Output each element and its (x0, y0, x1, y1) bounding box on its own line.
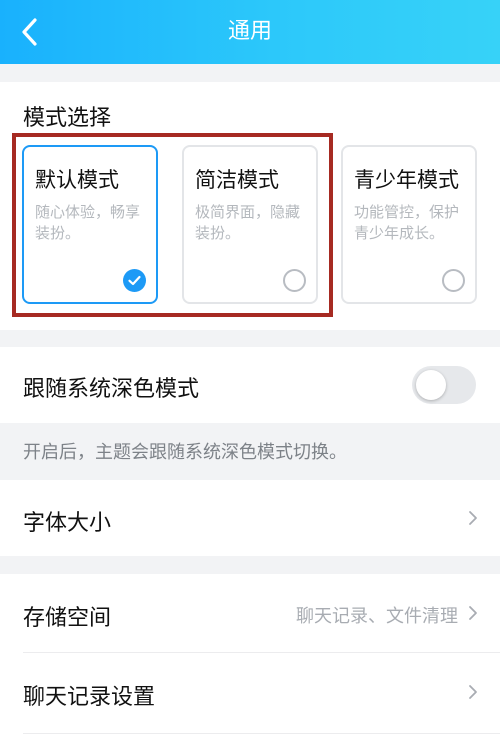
dark-mode-label: 跟随系统深色模式 (23, 377, 200, 402)
mode-card-simple[interactable]: 简洁模式 极简界面，隐藏装扮。 (182, 145, 318, 304)
chat-history-label: 聊天记录设置 (23, 685, 156, 710)
radio-unchecked[interactable] (442, 269, 465, 292)
radio-unchecked[interactable] (283, 269, 306, 292)
dark-mode-hint: 开启后，主题会跟随系统深色模式切换。 (23, 442, 347, 463)
dark-mode-toggle[interactable] (412, 366, 476, 404)
mode-card-desc: 随心体验，畅享装扮。 (35, 203, 141, 242)
mode-card-default[interactable]: 默认模式 随心体验，畅享装扮。 (22, 145, 158, 304)
toggle-knob (416, 370, 446, 400)
mode-card-desc: 极简界面，隐藏装扮。 (195, 203, 301, 242)
radio-checked[interactable] (123, 269, 146, 292)
checkmark-icon (128, 275, 141, 286)
chevron-right-icon (469, 606, 477, 620)
font-size-label: 字体大小 (23, 511, 112, 536)
font-size-row[interactable]: 字体大小 (0, 480, 500, 556)
mode-card-desc: 功能管控，保护青少年成长。 (354, 203, 460, 242)
divider (23, 733, 500, 734)
chat-history-row[interactable]: 聊天记录设置 (0, 653, 500, 731)
header-bar: 通用 (0, 0, 500, 64)
mode-section-label: 模式选择 (23, 106, 112, 131)
storage-label: 存储空间 (23, 606, 112, 631)
chevron-right-icon (469, 685, 477, 699)
mode-card-title: 简洁模式 (195, 168, 279, 192)
mode-card-teen[interactable]: 青少年模式 功能管控，保护青少年成长。 (341, 145, 477, 304)
page-title: 通用 (227, 19, 272, 44)
mode-card-title: 默认模式 (35, 168, 119, 192)
storage-row[interactable]: 存储空间 聊天记录、文件清理 (0, 574, 500, 652)
chevron-right-icon (469, 511, 477, 525)
mode-card-title: 青少年模式 (354, 168, 459, 192)
storage-value: 聊天记录、文件清理 (296, 606, 458, 627)
